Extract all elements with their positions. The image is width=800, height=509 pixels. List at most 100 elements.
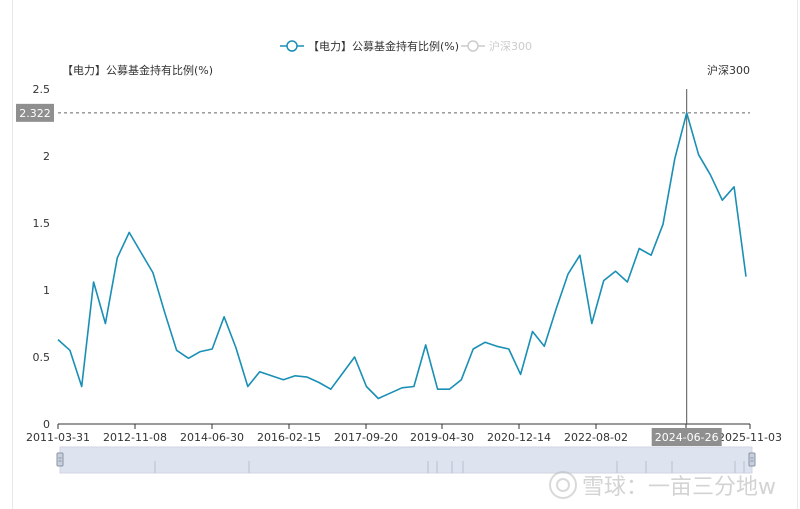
x-tick-label: 2017-09-20 [334,431,398,444]
data-point [127,230,131,234]
y-tick-label: 2.5 [33,83,51,96]
crosshair-x-label: 2024-06-26 [651,428,722,446]
y-tick-label: 0 [43,418,50,431]
data-point [697,153,701,157]
crosshair-y-label: 2.322 [16,103,54,122]
x-tick-label: 2014-06-30 [180,431,244,444]
data-point [151,271,155,275]
data-point [56,338,60,342]
data-point [198,350,202,354]
data-point [436,387,440,391]
data-point [364,384,368,388]
legend-label-series1: 【电力】公募基金持有比例(%) [308,39,459,53]
legend-item-series2[interactable]: 沪深300 [461,39,532,53]
data-point [614,269,618,273]
data-point [708,173,712,177]
data-point [720,198,724,202]
y-tick-label: 1 [43,284,50,297]
data-zoom-track[interactable] [59,446,753,474]
data-point [602,279,606,283]
watermark: 雪球：一亩三分地w [549,471,776,500]
data-point [293,374,297,378]
data-point [673,157,677,161]
crosshair [58,89,750,424]
data-point [412,384,416,388]
data-point [744,275,748,279]
y-tick-label: 0.5 [33,351,51,364]
data-point [590,322,594,326]
data-point [471,347,475,351]
data-point [519,372,523,376]
data-point [554,307,558,311]
series-points [56,111,748,401]
y-tick-label: 2 [43,150,50,163]
data-point [542,344,546,348]
x-tick-label: 2020-12-14 [487,431,551,444]
data-point [234,346,238,350]
legend-item-series1[interactable]: 【电力】公募基金持有比例(%) [280,39,459,53]
data-point [80,384,84,388]
crosshair-x-value: 2024-06-26 [655,431,719,444]
x-tick-label: 2022-08-02 [564,431,628,444]
y-tick-label: 1.5 [33,217,51,230]
y-axis: 0 0.5 1 1.5 2 2.5 [33,83,51,431]
data-zoom-handle-right[interactable] [748,452,756,467]
x-tick-label: 2012-11-08 [103,431,167,444]
data-point [222,315,226,319]
data-point [637,246,641,250]
legend-label-series2: 沪深300 [489,39,532,53]
data-point [661,222,665,226]
watermark-text: 雪球：一亩三分地w [582,475,776,500]
data-point [578,253,582,257]
legend-circle-icon [467,40,479,52]
data-point [329,387,333,391]
legend[interactable]: 【电力】公募基金持有比例(%) 沪深300 [280,39,532,53]
data-point [507,347,511,351]
data-point [139,250,143,254]
data-point [459,378,463,382]
data-point [388,391,392,395]
data-point [625,280,629,284]
data-point [685,111,689,115]
data-point [566,272,570,276]
handle-left-icon[interactable] [56,452,64,467]
data-point [115,256,119,260]
data-point [495,344,499,348]
data-point [246,384,250,388]
data-zoom-slider[interactable] [56,446,756,474]
data-point [447,387,451,391]
x-tick-label: 2019-04-30 [410,431,474,444]
data-point [732,185,736,189]
data-point [400,386,404,390]
data-point [353,355,357,359]
data-point [424,343,428,347]
data-point [186,356,190,360]
data-point [281,378,285,382]
data-point [376,397,380,401]
data-point [341,371,345,375]
left-axis-name: 【电力】公募基金持有比例(%) [62,63,213,77]
crosshair-y-value: 2.322 [19,107,51,120]
series-line-1 [57,112,747,400]
data-point [92,280,96,284]
data-point [68,348,72,352]
legend-circle-icon [286,40,298,52]
data-point [649,253,653,257]
snowball-logo-icon [549,471,577,499]
data-point [258,370,262,374]
data-point [530,330,534,334]
data-point [270,374,274,378]
data-point [103,322,107,326]
data-point [175,348,179,352]
data-point [317,380,321,384]
data-point [163,311,167,315]
x-tick-label: 2025-11-03 [718,431,782,444]
data-point [210,347,214,351]
data-point [305,375,309,379]
line-chart: 【电力】公募基金持有比例(%) 沪深300 【电力】公募基金持有比例(%) 沪深… [16,39,782,500]
x-tick-label: 2016-02-15 [257,431,321,444]
data-point [483,340,487,344]
data-zoom-handle-left[interactable] [56,452,64,467]
handle-right-icon[interactable] [748,452,756,467]
x-tick-label: 2011-03-31 [26,431,90,444]
